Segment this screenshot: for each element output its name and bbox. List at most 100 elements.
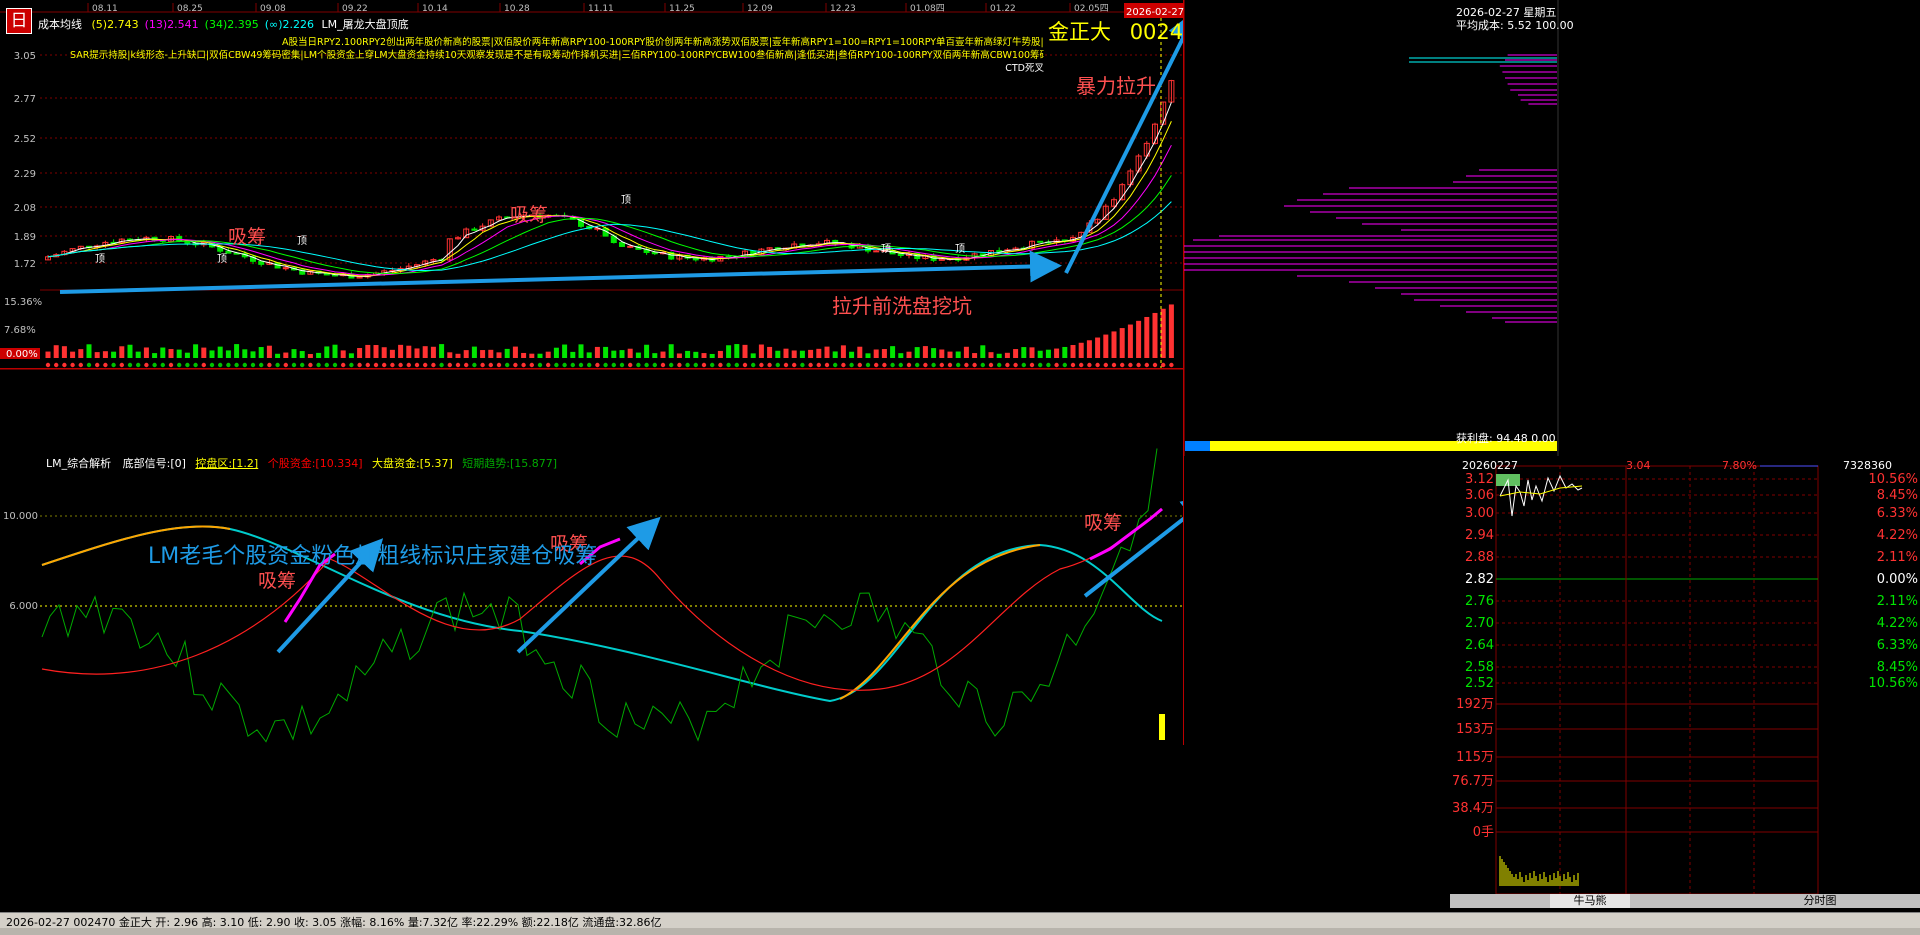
signal-dot — [70, 362, 75, 368]
period-icon[interactable]: 日 — [6, 8, 32, 34]
signal-dot — [554, 362, 559, 368]
chip-bg — [1184, 0, 1920, 456]
signal-dot — [677, 362, 682, 368]
volume-bar — [906, 351, 912, 358]
cursor-marker — [1159, 714, 1165, 740]
signal-dot — [1087, 362, 1092, 368]
volume-bar — [603, 346, 609, 358]
price-label: 2.08 — [14, 203, 36, 214]
date-label: 09.22 — [342, 4, 368, 14]
volume-bar — [184, 352, 190, 358]
volume-bar — [53, 345, 59, 358]
signal-dot — [349, 362, 354, 368]
volume-bar — [1045, 349, 1051, 358]
candle-body — [996, 250, 1003, 253]
signal-dot — [956, 362, 961, 368]
signal-dot — [833, 362, 838, 368]
signal-dot — [931, 362, 936, 368]
volume-bar — [332, 344, 338, 358]
signal-dot — [701, 362, 707, 368]
trend-arrow — [59, 250, 1062, 294]
volume-bar — [980, 345, 986, 358]
date-label: 10.14 — [422, 4, 448, 14]
signal-dot — [86, 362, 92, 368]
intraday-pct-label: 6.33% — [1877, 506, 1918, 521]
signal-dot — [480, 362, 485, 368]
signal-dot — [357, 362, 362, 368]
signal-dot — [62, 362, 67, 368]
signal-dot — [259, 362, 264, 368]
tab-niumaxiong[interactable]: 牛马熊 — [1550, 894, 1630, 908]
signal-dot — [382, 362, 387, 368]
volume-bar — [381, 347, 387, 358]
volume-bar — [61, 346, 67, 358]
indicator-extra: LM_屠龙大盘顶底 — [321, 18, 409, 31]
short-trend-line — [41, 448, 1158, 743]
signal-dot — [1095, 362, 1100, 368]
signal-dot — [341, 362, 346, 368]
signal-dot — [775, 362, 780, 368]
volume-bar — [348, 353, 354, 358]
signal-dot — [767, 362, 772, 368]
signal-dot — [1038, 362, 1043, 368]
signal-dot — [160, 362, 165, 368]
signal-dot — [660, 362, 666, 368]
signal-dot — [1046, 362, 1051, 368]
signal-dot — [1054, 362, 1059, 368]
intraday-price-label: 2.94 — [1465, 528, 1494, 543]
ma-values: (5)2.743 (13)2.541 (34)2.395 (∞)2.226 — [86, 18, 314, 31]
volume-bar — [963, 346, 969, 358]
tab-fenshitu[interactable]: 分时图 — [1780, 894, 1860, 908]
price-label: 2.77 — [14, 94, 36, 105]
volume-bar — [152, 353, 158, 358]
date-label: 02.05四 — [1074, 4, 1109, 14]
intraday-frame — [1495, 465, 1819, 895]
signal-dot — [644, 362, 649, 368]
price-label: 2.52 — [14, 134, 36, 145]
signal-dot — [939, 362, 944, 368]
volume-bar — [627, 348, 633, 358]
volume-bar — [988, 352, 994, 358]
volume-bar — [914, 347, 920, 358]
signal-dot — [800, 362, 805, 368]
signal-dot — [193, 362, 198, 368]
chip-panel[interactable] — [1184, 0, 1920, 456]
signal-dot — [291, 362, 297, 368]
avg-cost: 平均成本: 5.52 100.00 — [1456, 19, 1574, 32]
volume-bar — [201, 347, 207, 358]
volume-bar — [1062, 346, 1068, 358]
volume-bar — [357, 347, 363, 358]
volume-bar — [881, 349, 887, 358]
candle-body — [873, 250, 880, 253]
volume-bar — [439, 344, 445, 358]
intraday-panel[interactable]: 3.12 10.56% 3.06 8.45% 3.00 6.33% 2.94 4.22% 2.8… — [1450, 456, 1920, 912]
volume-label: 15.36% — [4, 297, 42, 308]
signal-dot — [464, 362, 469, 368]
signal-dot — [980, 362, 985, 368]
signal-dot — [1152, 362, 1158, 368]
signal-dot — [1128, 362, 1133, 368]
volume-bar — [160, 347, 166, 358]
signal-dot — [390, 362, 395, 368]
volume-bar — [734, 344, 740, 358]
ma-3: (∞)2.226 — [264, 18, 314, 31]
volume-bar — [266, 345, 272, 358]
annot-absorb-1: 吸筹 — [228, 226, 266, 248]
volume-bar — [234, 344, 240, 358]
intraday-pct-label: 8.45% — [1877, 488, 1918, 503]
intraday-price-label: 3.00 — [1465, 506, 1494, 521]
signal-dot — [406, 362, 411, 368]
signal-dot — [234, 362, 239, 368]
annotation-line-3: CTD死叉 — [1005, 63, 1044, 74]
volume-bar — [422, 346, 428, 358]
volume-bar — [1086, 340, 1092, 358]
volume-label: 7.68% — [4, 325, 36, 336]
signal-dot — [185, 362, 190, 368]
candle-body — [651, 252, 658, 255]
date-label: 09.08 — [260, 4, 286, 14]
volume-bar — [1054, 348, 1060, 358]
signal-dot — [1136, 362, 1141, 368]
pull-arrow — [1064, 9, 1183, 274]
volume-bar — [521, 352, 527, 358]
volume-bar — [955, 351, 961, 358]
